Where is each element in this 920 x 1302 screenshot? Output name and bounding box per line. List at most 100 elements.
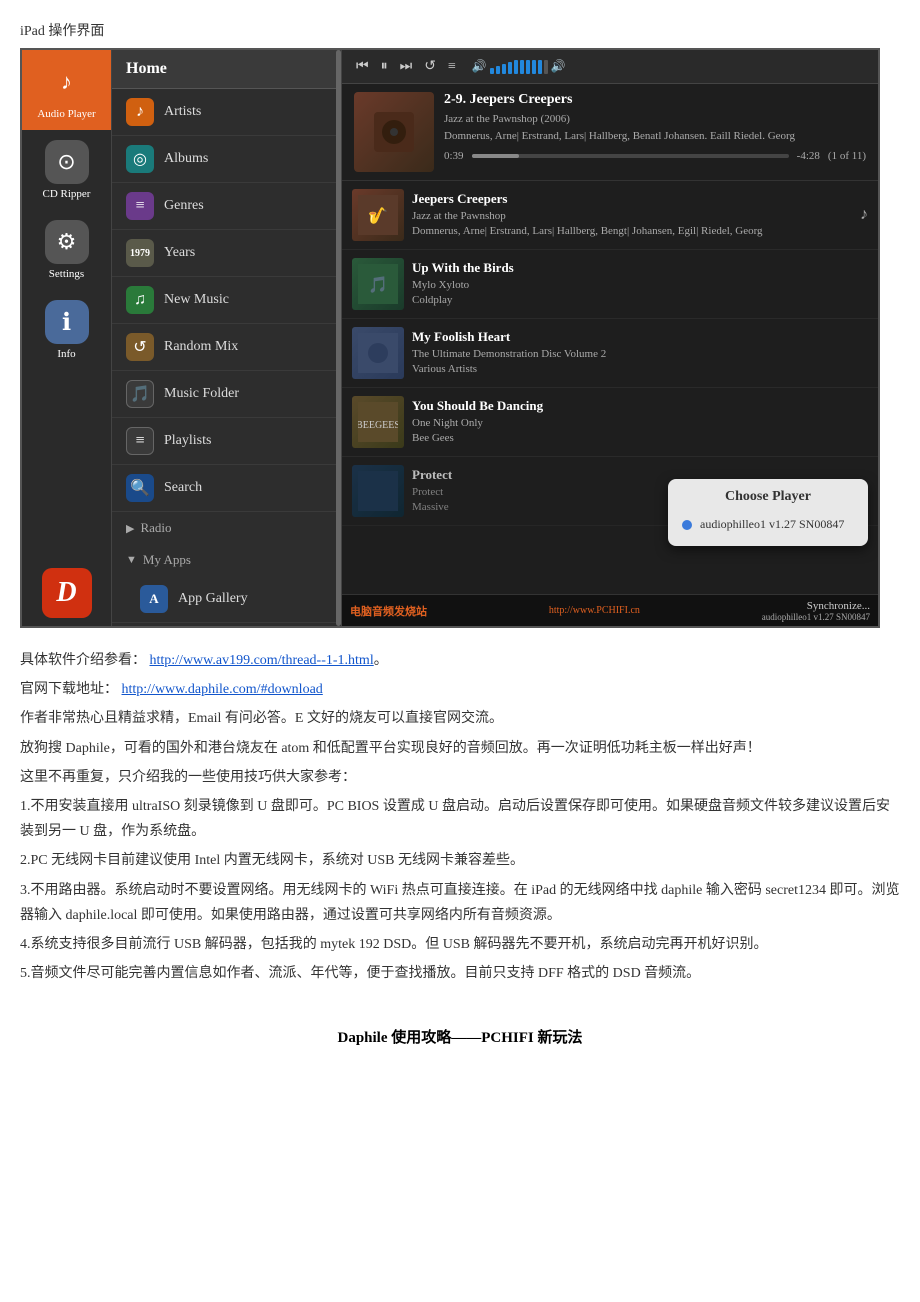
item3: 3.不用路由器。系统启动时不要设置网络。用无线网卡的 WiFi 热点可直接连接。… [20, 878, 900, 928]
nav-item-music-folder[interactable]: 🎵 Music Folder [112, 371, 341, 418]
track-album-2: Mylo Xyloto [412, 278, 868, 293]
track-album-4: One Night Only [412, 416, 868, 431]
nav-item-search[interactable]: 🔍 Search [112, 465, 341, 512]
track-item[interactable]: 🎵 Up With the Birds Mylo Xyloto Coldplay [342, 250, 878, 319]
nav-label-artists: Artists [164, 104, 201, 120]
playlists-icon: ≡ [126, 427, 154, 455]
nav-section-my-apps[interactable]: ▼ My Apps [112, 544, 341, 576]
choose-player-option[interactable]: audiophilleo1 v1.27 SN00847 [682, 513, 854, 536]
vol-seg-3 [502, 64, 506, 74]
nav-item-genres[interactable]: ≡ Genres [112, 183, 341, 230]
menu-button[interactable]: ≡ [444, 57, 460, 77]
track-thumb-2: 🎵 [352, 258, 404, 310]
track-artists-1: Domnerus, Arne| Erstrand, Lars| Hallberg… [412, 224, 852, 239]
track-artists-2: Coldplay [412, 293, 868, 308]
svg-text:🎷: 🎷 [368, 207, 388, 225]
item1: 1.不用安装直接用 ultraISO 刻录镜像到 U 盘即可。PC BIOS 设… [20, 794, 900, 844]
link2[interactable]: http://www.daphile.com/#download [122, 682, 323, 697]
vol-seg-2 [496, 66, 500, 74]
player-bottom-text: audiophilleo1 v1.27 SN00847 [762, 612, 870, 622]
app-container: ♪ Audio Player ⊙ CD Ripper ⚙ Settings ℹ … [20, 48, 880, 628]
progress-fill [472, 154, 520, 158]
nav-item-random-mix[interactable]: ↺ Random Mix [112, 324, 341, 371]
new-music-icon: ♫ [126, 286, 154, 314]
now-playing-artists: Domnerus, Arne| Erstrand, Lars| Hallberg… [444, 128, 866, 145]
sidebar-label-audio-player: Audio Player [37, 108, 95, 120]
nav-label-music-folder: Music Folder [164, 386, 239, 402]
prev-button[interactable]: ⏮ [352, 57, 373, 77]
sync-text[interactable]: Synchronize... [807, 600, 870, 612]
radio-arrow-icon: ▶ [126, 522, 134, 535]
track-item[interactable]: BEEGEES You Should Be Dancing One Night … [342, 388, 878, 457]
radio-dot [682, 520, 692, 530]
my-apps-arrow-icon: ▼ [126, 554, 137, 566]
time-elapsed: 0:39 [444, 150, 464, 162]
page-label: iPad 操作界面 [20, 20, 900, 40]
vol-seg-6 [520, 60, 524, 74]
nav-label-albums: Albums [164, 151, 208, 167]
sidebar-label-settings: Settings [49, 268, 84, 280]
track-item[interactable]: 🎷 Jeepers Creepers Jazz at the Pawnshop … [342, 181, 878, 250]
link1[interactable]: http://www.av199.com/thread--1-1.html [150, 653, 374, 668]
svg-text:🎵: 🎵 [368, 276, 388, 294]
search-icon: 🔍 [126, 474, 154, 502]
volume-icon: 🔊 [472, 59, 487, 74]
bottom-url: http://www.PCHIFI.cn [549, 605, 640, 616]
now-playing: 2-9. Jeepers Creepers Jazz at the Pawnsh… [342, 84, 878, 181]
player-option-label: audiophilleo1 v1.27 SN00847 [700, 517, 844, 532]
sidebar-item-settings[interactable]: ⚙ Settings [22, 210, 111, 290]
text-content: 具体软件介绍参看： http://www.av199.com/thread--1… [20, 648, 900, 986]
nav-item-new-music[interactable]: ♫ New Music [112, 277, 341, 324]
volume-control: 🔊 🔊 [472, 59, 566, 74]
para2: 放狗搜 Daphile，可看的国外和港台烧友在 atom 和低配置平台实现良好的… [20, 736, 900, 761]
sidebar-item-info[interactable]: ℹ Info [22, 290, 111, 370]
now-playing-album: Jazz at the Pawnshop (2006) [444, 111, 866, 128]
volume-icon-right: 🔊 [551, 59, 566, 74]
nav-label-app-gallery: App Gallery [178, 591, 248, 607]
player-controls: ⏮ ⏸ ⏭ ↺ ≡ [352, 56, 460, 77]
years-icon: 1979 [126, 239, 154, 267]
nav-item-albums[interactable]: ◎ Albums [112, 136, 341, 183]
daphile-logo: D [42, 568, 92, 618]
vol-seg-7 [526, 60, 530, 74]
vol-seg-9 [538, 60, 542, 74]
nav-label-new-music: New Music [164, 292, 229, 308]
nav-item-years[interactable]: 1979 Years [112, 230, 341, 277]
track-album-3: The Ultimate Demonstration Disc Volume 2 [412, 347, 868, 362]
nav-item-artists[interactable]: ♪ Artists [112, 89, 341, 136]
sidebar-item-audio-player[interactable]: ♪ Audio Player [22, 50, 111, 130]
next-button[interactable]: ⏭ [396, 57, 417, 77]
track-position: (1 of 11) [828, 150, 866, 162]
nav-item-playlists[interactable]: ≡ Playlists [112, 418, 341, 465]
nav-section-radio[interactable]: ▶ Radio [112, 512, 341, 544]
track-item[interactable]: My Foolish Heart The Ultimate Demonstrat… [342, 319, 878, 388]
nav-label-years: Years [164, 245, 195, 261]
sidebar-label-cd-ripper: CD Ripper [43, 188, 91, 200]
track-note-icon-1: ♪ [860, 206, 868, 224]
nav-item-app-gallery[interactable]: A App Gallery [112, 576, 341, 623]
track-info-2: Up With the Birds Mylo Xyloto Coldplay [412, 260, 868, 309]
track-info-3: My Foolish Heart The Ultimate Demonstrat… [412, 329, 868, 378]
track-info-1: Jeepers Creepers Jazz at the Pawnshop Do… [412, 191, 852, 240]
progress-bar[interactable] [472, 154, 789, 158]
vol-seg-10 [544, 60, 548, 74]
track-title-4: You Should Be Dancing [412, 398, 868, 414]
choose-player-popup: Choose Player audiophilleo1 v1.27 SN0084… [668, 479, 868, 546]
nav-item-spotify[interactable]: Sp Spotify [112, 623, 341, 626]
sidebar-icons: ♪ Audio Player ⊙ CD Ripper ⚙ Settings ℹ … [22, 50, 112, 626]
settings-icon: ⚙ [45, 220, 89, 264]
repeat-button[interactable]: ↺ [420, 56, 440, 77]
para1: 作者非常热心且精益求精，Email 有问必答。E 文好的烧友可以直接官网交流。 [20, 706, 900, 731]
nav-label-search: Search [164, 480, 202, 496]
track-thumb-1: 🎷 [352, 189, 404, 241]
vol-seg-1 [490, 68, 494, 74]
item5: 5.音频文件尽可能完善内置信息如作者、流派、年代等，便于查找播放。目前只支持 D… [20, 961, 900, 986]
pause-button[interactable]: ⏸ [377, 57, 392, 77]
time-remaining: -4:28 [797, 150, 820, 162]
track-thumb-3 [352, 327, 404, 379]
track-title-3: My Foolish Heart [412, 329, 868, 345]
footer-title: Daphile 使用攻略——PCHIFI 新玩法 [20, 1026, 900, 1067]
vol-seg-4 [508, 62, 512, 74]
audio-player-icon: ♪ [45, 60, 89, 104]
sidebar-item-cd-ripper[interactable]: ⊙ CD Ripper [22, 130, 111, 210]
